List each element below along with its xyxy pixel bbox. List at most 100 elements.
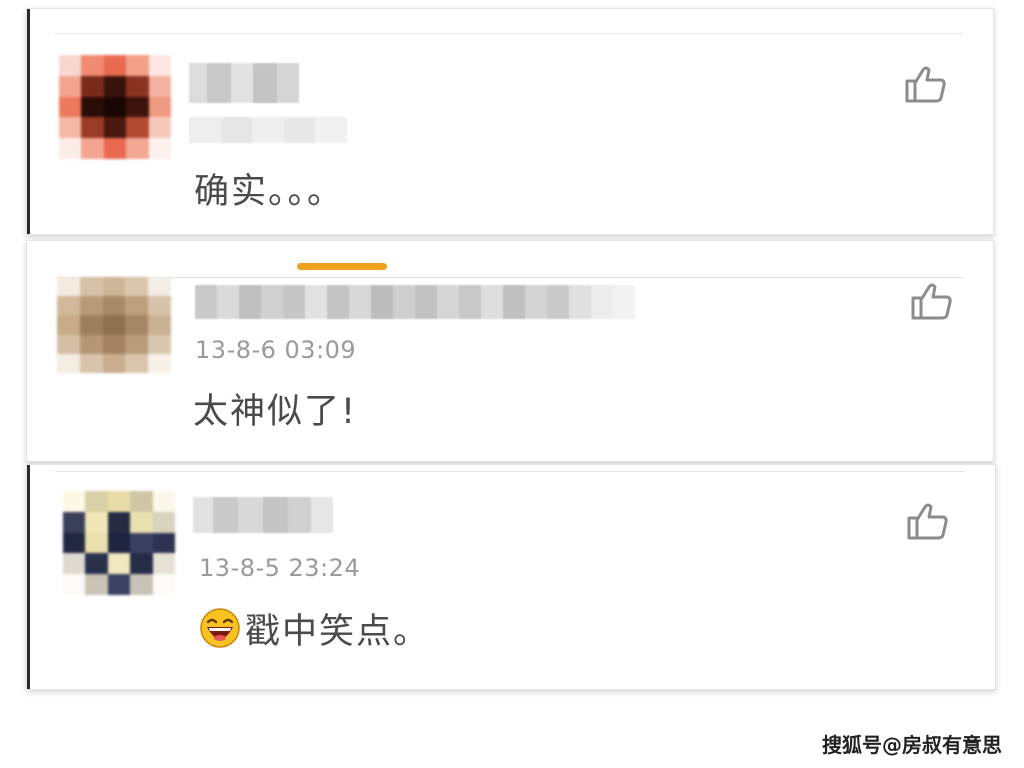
avatar-pixel [152,574,175,595]
watermark: 搜狐号@房叔有意思 [822,733,1002,757]
avatar-pixel [126,55,149,76]
avatar-pixel [59,75,82,97]
avatar-pixel [103,117,127,139]
comment-card-1: 确实。。。 [26,8,994,235]
avatar-pixel [103,138,127,159]
thumbs-up-icon[interactable] [903,62,949,108]
avatar-pixel [148,296,171,316]
avatar-pixel [126,96,149,118]
avatar-pixel [126,117,149,139]
avatar-pixel [130,532,153,554]
username-pixelated[interactable] [195,285,635,319]
avatar-pixel [79,353,103,373]
avatar-pixel [107,491,131,512]
avatar-pixel [148,96,171,118]
avatar-pixel [107,553,131,575]
avatar-pixel [57,315,80,335]
avatar-pixel [57,277,80,297]
avatar-pixel [63,491,86,512]
avatar-pixel [79,277,103,297]
thumbs-up-icon[interactable] [909,279,955,325]
avatar-pixel [85,574,108,595]
timestamp-pixelated [189,117,347,143]
avatar-pixel [148,353,171,373]
avatar-pixel [63,553,86,575]
avatar-pixel [126,75,149,97]
avatar-pixel [148,75,171,97]
avatar-pixel [107,511,131,533]
avatar-pixel [59,96,82,118]
avatar-pixel [130,511,153,533]
card-left-border [27,9,30,234]
avatar-pixel [59,55,82,76]
avatar-pixel [85,491,108,512]
avatar-pixel [81,96,104,118]
avatar-pixel [102,277,126,297]
avatar-pixel [152,491,175,512]
avatar-pixel [148,334,171,354]
avatar-pixel [107,574,131,595]
username-pixelated[interactable] [189,63,299,103]
avatar-pixel [81,117,104,139]
avatar-pixel [148,277,171,297]
avatar-pixel [85,532,108,554]
avatar-pixel [152,511,175,533]
avatar-pixel [126,138,149,159]
avatar[interactable] [63,491,175,595]
comment-timestamp: 13-8-5 23:24 [199,554,361,582]
card-divider [55,33,963,34]
avatar-pixel [85,511,108,533]
avatar-pixel [102,296,126,316]
avatar-pixel [125,277,149,297]
avatar-pixel [103,96,127,118]
avatar-pixel [148,138,171,159]
avatar-pixel [152,553,175,575]
avatar-pixel [103,55,127,76]
comment-text-content: 戳中笑点。 [245,612,431,652]
avatar-pixel [107,532,131,554]
avatar-pixel [81,75,104,97]
avatar-pixel [130,574,153,595]
avatar-pixel [59,138,82,159]
comment-card-3: 13-8-5 23:24 戳中笑点。 [26,464,996,690]
avatar-pixel [152,532,175,554]
avatar-pixel [57,334,80,354]
card-left-border [27,465,30,689]
avatar-pixel [63,532,86,554]
avatar-pixel [79,296,103,316]
comment-timestamp: 13-8-6 03:09 [195,336,357,364]
avatar-pixel [63,511,86,533]
avatar-pixel [103,75,127,97]
avatar-pixel [63,574,86,595]
avatar-pixel [85,553,108,575]
avatar-pixel [102,315,126,335]
username-pixelated[interactable] [193,497,333,533]
card-divider [55,277,963,278]
avatar-pixel [130,491,153,512]
avatar-pixel [125,334,149,354]
avatar-pixel [125,353,149,373]
avatar-pixel [102,353,126,373]
card-divider [55,471,965,472]
avatar-pixel [130,553,153,575]
avatar-pixel [79,334,103,354]
comment-text: 确实。。。 [194,172,345,212]
laughing-face-icon [199,607,241,658]
comment-text: 太神似了! [193,392,358,432]
avatar-pixel [59,117,82,139]
comment-text: 戳中笑点。 [199,603,430,658]
avatar-pixel [57,353,80,373]
scroll-handle[interactable] [297,263,387,270]
avatar-pixel [148,315,171,335]
avatar-pixel [102,334,126,354]
avatar-pixel [81,138,104,159]
avatar[interactable] [59,55,171,159]
avatar[interactable] [57,277,171,373]
avatar-pixel [57,296,80,316]
avatar-pixel [125,315,149,335]
avatar-pixel [79,315,103,335]
thumbs-up-icon[interactable] [905,499,951,545]
comment-card-2: 13-8-6 03:09 太神似了! [26,240,994,462]
avatar-pixel [148,117,171,139]
avatar-pixel [125,296,149,316]
